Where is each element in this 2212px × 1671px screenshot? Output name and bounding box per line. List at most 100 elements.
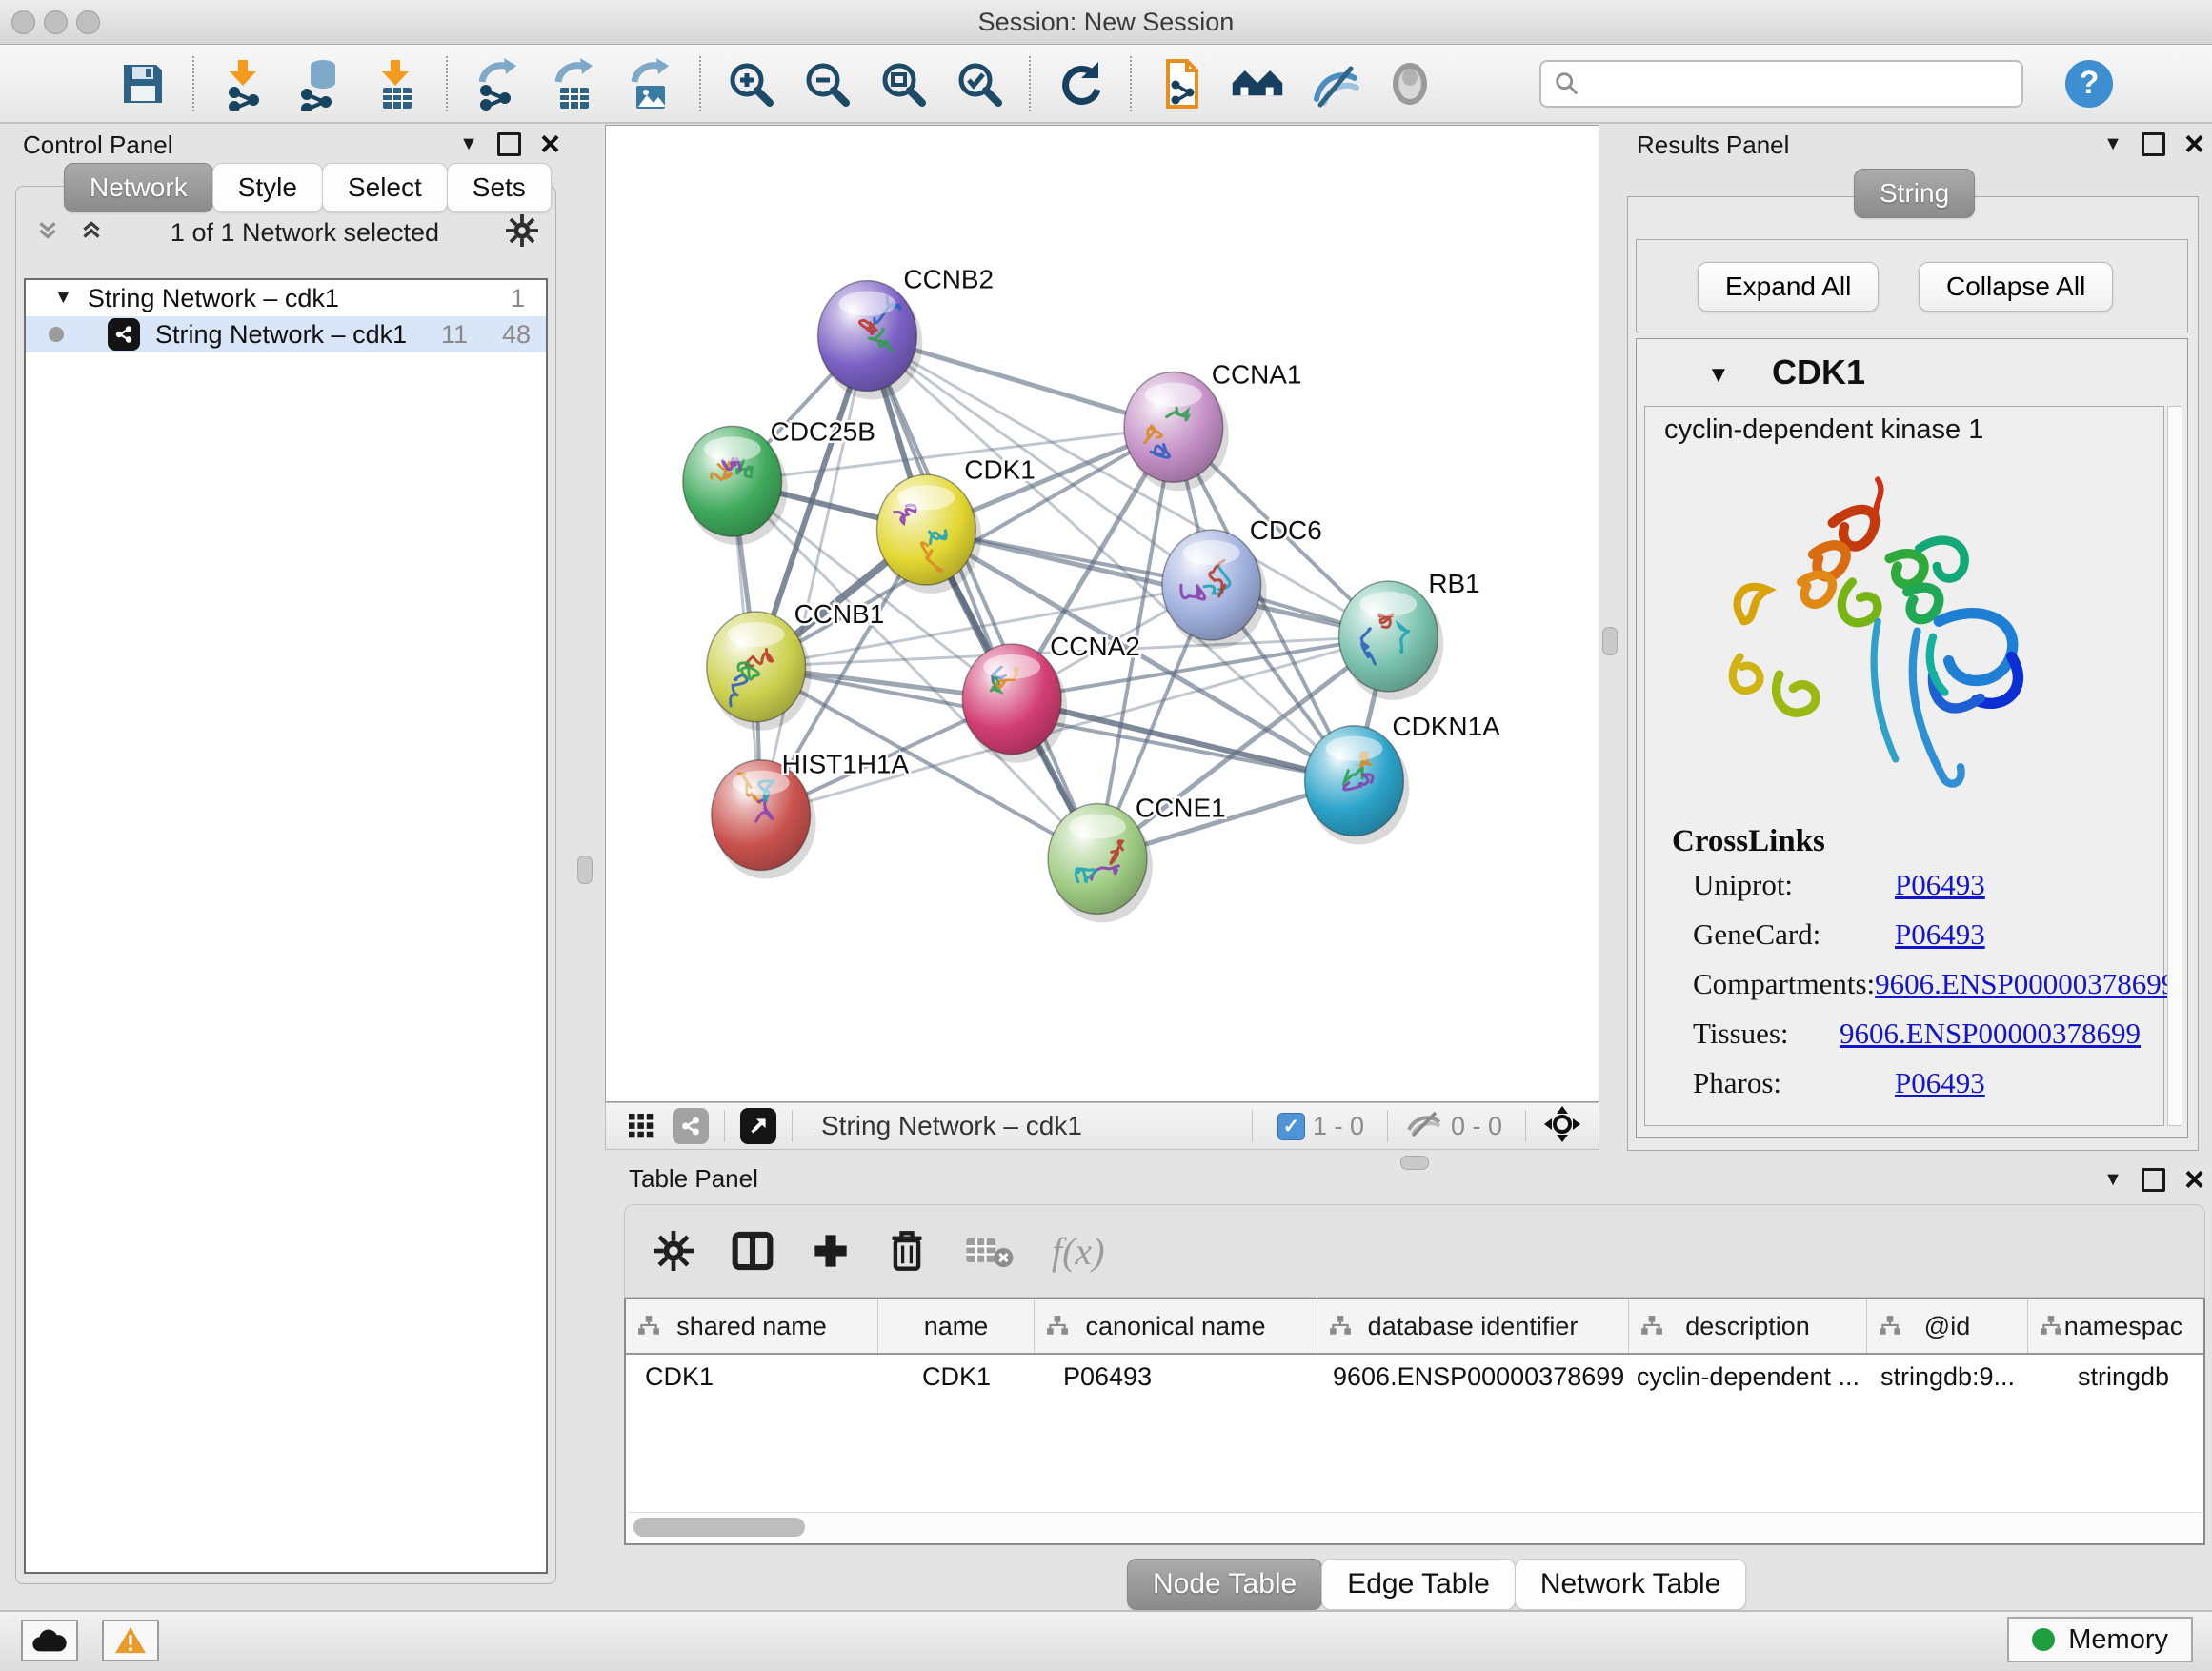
node-CDKN1A[interactable] [1305,726,1404,836]
window-minimize-circle[interactable] [44,10,68,34]
expand-all-networks-icon[interactable] [79,218,104,248]
open-session-button[interactable] [36,53,97,114]
panel-menu-icon[interactable]: ▼ [459,134,478,153]
tab-style[interactable]: Style [212,163,323,212]
tab-network-table[interactable]: Network Table [1515,1559,1747,1610]
collection-expand-icon[interactable]: ▼ [54,288,72,309]
results-panel: Results Panel ▼ × String Expand All Coll… [1619,125,2212,1154]
gear-icon[interactable] [506,214,538,252]
hide-details-button[interactable] [1303,53,1364,114]
scrollbar-thumb[interactable] [633,1518,805,1537]
memory-button[interactable]: Memory [2007,1617,2193,1662]
search-input[interactable] [1581,68,2021,99]
tab-sets[interactable]: Sets [447,163,552,212]
crosslink-pharos-link[interactable]: P06493 [1895,1066,1985,1100]
warnings-button[interactable] [102,1620,159,1661]
node-CDK1[interactable] [876,474,975,585]
crosslink-genecard-link[interactable]: P06493 [1895,917,1985,952]
function-builder-button[interactable]: f(x) [1052,1229,1105,1274]
tab-node-table[interactable]: Node Table [1127,1559,1322,1610]
memory-label: Memory [2068,1624,2168,1656]
column-header-name[interactable]: name [878,1299,1035,1353]
column-header-shared-name[interactable]: shared name [626,1299,878,1353]
zoom-out-button[interactable] [796,53,857,114]
table-row[interactable]: CDK1 CDK1 P06493 9606.ENSP00000378699 cy… [626,1355,2203,1399]
node-CCNB2[interactable] [818,281,917,392]
network-from-selection-button[interactable] [1151,53,1212,114]
share-view-icon[interactable] [673,1108,709,1144]
node-CCNA2[interactable] [962,644,1061,755]
panel-menu-icon[interactable]: ▼ [2103,1170,2122,1189]
tab-network[interactable]: Network [64,163,213,212]
birds-eye-view-icon[interactable] [740,1108,776,1144]
collapse-entry-icon[interactable]: ▼ [1707,362,1730,389]
node-CDC6[interactable] [1162,530,1261,640]
float-panel-icon[interactable] [497,132,521,156]
crosslink-uniprot-link[interactable]: P06493 [1895,868,1985,902]
results-scrollbar[interactable] [2167,406,2182,1126]
close-panel-icon[interactable]: × [2184,127,2204,161]
import-table-button[interactable] [366,53,427,114]
node-label-HIST1H1A: HIST1H1A [782,750,910,779]
show-columns-button[interactable] [732,1230,774,1272]
node-CDC25B[interactable] [683,426,782,536]
delete-table-button[interactable] [964,1233,1014,1269]
table-panel-title: Table Panel [629,1164,758,1194]
export-network-button[interactable] [467,53,528,114]
collapse-all-networks-icon[interactable] [35,218,60,248]
close-panel-icon[interactable]: × [2184,1162,2204,1197]
refresh-button[interactable] [1050,53,1111,114]
crosslink-tissues-link[interactable]: 9606.ENSP00000378699 [1840,1017,2141,1051]
close-panel-icon[interactable]: × [540,127,560,161]
splitter-handle[interactable] [1602,627,1618,655]
float-panel-icon[interactable] [2142,1168,2165,1192]
hidden-eye-icon[interactable] [1405,1109,1443,1144]
splitter-handle[interactable] [577,856,593,884]
import-network-file-button[interactable] [213,53,274,114]
tab-edge-table[interactable]: Edge Table [1321,1559,1516,1610]
column-header-id[interactable]: @id [1867,1299,2028,1353]
first-neighbors-button[interactable] [1227,53,1288,114]
crosslink-compartments-link[interactable]: 9606.ENSP00000378699 [1875,967,2176,1001]
import-network-database-button[interactable] [290,53,351,114]
column-header-database-identifier[interactable]: database identifier [1317,1299,1629,1353]
memory-status-dot [2032,1628,2055,1651]
show-details-button[interactable] [1379,53,1440,114]
node-CCNE1[interactable] [1048,804,1147,915]
grid-view-icon[interactable] [623,1108,659,1144]
save-session-button[interactable] [112,53,173,114]
expand-all-button[interactable]: Expand All [1698,262,1879,312]
node-label-CCNB1: CCNB1 [794,599,885,629]
selected-checkbox[interactable]: ✓ [1277,1113,1305,1140]
window-zoom-circle[interactable] [76,10,100,34]
zoom-in-button[interactable] [720,53,781,114]
column-header-canonical-name[interactable]: canonical name [1035,1299,1317,1353]
zoom-selected-button[interactable] [949,53,1010,114]
panel-menu-icon[interactable]: ▼ [2103,134,2122,153]
network-row[interactable]: String Network – cdk1 11 48 [26,316,546,352]
tab-string[interactable]: String [1854,169,1975,218]
export-image-button[interactable] [619,53,680,114]
delete-column-button[interactable] [888,1230,926,1272]
help-button[interactable]: ? [2065,60,2113,108]
network-view-canvas[interactable]: CCNB2CCNA1CDC25BCDK1CDC6RB1CCNB1CCNA2CDK… [605,125,1599,1102]
node-CCNA1[interactable] [1124,372,1223,482]
table-horizontal-scrollbar[interactable] [628,1512,2202,1541]
add-column-button[interactable] [812,1232,850,1270]
window-close-circle[interactable] [11,10,35,34]
network-collection-row[interactable]: ▼ String Network – cdk1 1 [26,280,546,316]
node-RB1[interactable] [1339,581,1438,692]
table-settings-button[interactable] [654,1231,694,1271]
column-header-description[interactable]: description [1629,1299,1867,1353]
node-CCNB1[interactable] [707,612,806,722]
float-panel-icon[interactable] [2142,132,2165,156]
collapse-all-button[interactable]: Collapse All [1919,262,2113,312]
column-header-namespace[interactable]: namespac [2028,1299,2205,1353]
edge-CCNB2-CCNE1[interactable] [867,336,1097,859]
status-bar: Memory [0,1610,2212,1671]
tab-select[interactable]: Select [322,163,448,212]
export-table-button[interactable] [543,53,604,114]
fit-selection-crosshair-icon[interactable] [1543,1105,1581,1148]
cloud-button[interactable] [21,1620,78,1661]
zoom-fit-button[interactable] [873,53,934,114]
